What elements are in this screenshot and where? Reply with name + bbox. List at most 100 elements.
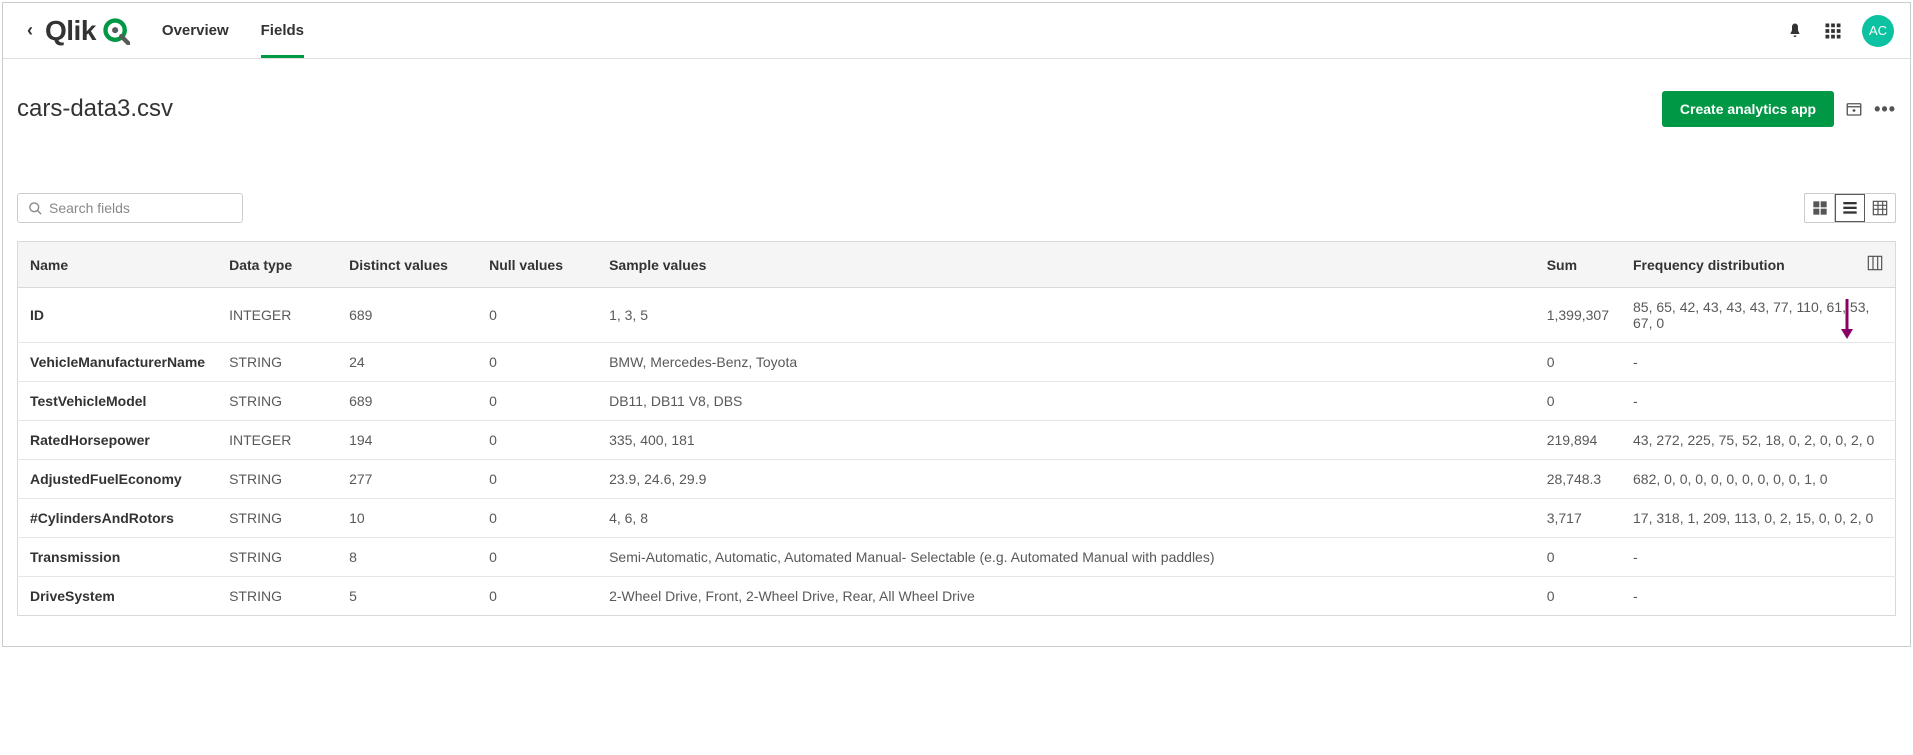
cell-distinct: 689	[337, 288, 477, 343]
cell-distinct: 5	[337, 577, 477, 616]
tab-overview[interactable]: Overview	[162, 3, 229, 58]
cell-sum: 0	[1535, 382, 1621, 421]
cell-name: RatedHorsepower	[18, 421, 218, 460]
cell-distinct: 277	[337, 460, 477, 499]
annotation-arrow-icon	[1838, 297, 1856, 341]
cell-sample: 2-Wheel Drive, Front, 2-Wheel Drive, Rea…	[597, 577, 1535, 616]
cell-null: 0	[477, 343, 597, 382]
table-row[interactable]: VehicleManufacturerNameSTRING240BMW, Mer…	[18, 343, 1896, 382]
create-analytics-app-button[interactable]: Create analytics app	[1662, 91, 1834, 127]
column-header-name[interactable]: Name	[18, 242, 218, 288]
column-header-distinct[interactable]: Distinct values	[337, 242, 477, 288]
brand-icon	[102, 17, 130, 45]
table-row[interactable]: #CylindersAndRotorsSTRING1004, 6, 83,717…	[18, 499, 1896, 538]
notifications-icon[interactable]	[1786, 22, 1804, 40]
page-content: cars-data3.csv Create analytics app •••	[3, 59, 1910, 646]
cell-sample: DB11, DB11 V8, DBS	[597, 382, 1535, 421]
cell-freq: -	[1621, 577, 1896, 616]
view-data-button[interactable]	[1865, 194, 1895, 222]
column-header-sum[interactable]: Sum	[1535, 242, 1621, 288]
cell-null: 0	[477, 460, 597, 499]
cell-sample: 4, 6, 8	[597, 499, 1535, 538]
cell-distinct: 24	[337, 343, 477, 382]
tab-fields[interactable]: Fields	[261, 3, 304, 58]
cell-data_type: STRING	[217, 382, 337, 421]
page-header: cars-data3.csv Create analytics app •••	[3, 59, 1910, 147]
table-row[interactable]: TestVehicleModelSTRING6890DB11, DB11 V8,…	[18, 382, 1896, 421]
cell-sample: 1, 3, 5	[597, 288, 1535, 343]
cell-sample: 335, 400, 181	[597, 421, 1535, 460]
back-button[interactable]: ‹	[19, 16, 41, 45]
page-title: cars-data3.csv	[17, 95, 173, 123]
cell-null: 0	[477, 538, 597, 577]
table-header-row: Name Data type Distinct values Null valu…	[18, 242, 1896, 288]
search-icon	[28, 201, 43, 216]
table-row[interactable]: TransmissionSTRING80Semi-Automatic, Auto…	[18, 538, 1896, 577]
cell-data_type: STRING	[217, 577, 337, 616]
cell-distinct: 8	[337, 538, 477, 577]
topbar-right: AC	[1786, 15, 1894, 47]
table-row[interactable]: DriveSystemSTRING502-Wheel Drive, Front,…	[18, 577, 1896, 616]
column-settings-button[interactable]	[1855, 242, 1896, 288]
column-header-freq[interactable]: Frequency distribution	[1621, 242, 1855, 288]
cell-freq: 17, 318, 1, 209, 113, 0, 2, 15, 0, 0, 2,…	[1621, 499, 1896, 538]
cell-sum: 1,399,307	[1535, 288, 1621, 343]
cell-data_type: INTEGER	[217, 288, 337, 343]
fields-table-wrap: Name Data type Distinct values Null valu…	[3, 241, 1910, 646]
header-actions: Create analytics app •••	[1662, 91, 1896, 127]
brand-text: Qlik	[45, 15, 96, 47]
brand-logo[interactable]: Qlik	[45, 15, 130, 47]
cell-data_type: STRING	[217, 538, 337, 577]
cell-sum: 219,894	[1535, 421, 1621, 460]
cell-sum: 0	[1535, 343, 1621, 382]
cell-distinct: 689	[337, 382, 477, 421]
cell-name: DriveSystem	[18, 577, 218, 616]
tile-view-icon	[1812, 200, 1828, 216]
cell-freq: 682, 0, 0, 0, 0, 0, 0, 0, 0, 0, 1, 0	[1621, 460, 1896, 499]
view-tile-button[interactable]	[1805, 194, 1835, 222]
cell-freq: -	[1621, 343, 1896, 382]
table-row[interactable]: RatedHorsepowerINTEGER1940335, 400, 1812…	[18, 421, 1896, 460]
cell-name: TestVehicleModel	[18, 382, 218, 421]
user-avatar[interactable]: AC	[1862, 15, 1894, 47]
cell-name: #CylindersAndRotors	[18, 499, 218, 538]
fields-table: Name Data type Distinct values Null valu…	[17, 241, 1896, 616]
table-row[interactable]: AdjustedFuelEconomySTRING277023.9, 24.6,…	[18, 460, 1896, 499]
cell-sum: 0	[1535, 577, 1621, 616]
cell-null: 0	[477, 421, 597, 460]
toolbar	[3, 147, 1910, 241]
cell-name: Transmission	[18, 538, 218, 577]
search-fields-container[interactable]	[17, 193, 243, 223]
cell-freq: -	[1621, 382, 1896, 421]
cell-sample: BMW, Mercedes-Benz, Toyota	[597, 343, 1535, 382]
more-menu-icon[interactable]: •••	[1874, 99, 1896, 120]
add-to-sheet-icon[interactable]	[1844, 99, 1864, 119]
column-header-data-type[interactable]: Data type	[217, 242, 337, 288]
view-toggle-group	[1804, 193, 1896, 223]
view-list-button[interactable]	[1835, 194, 1865, 222]
cell-name: VehicleManufacturerName	[18, 343, 218, 382]
top-navigation: ‹ Qlik Overview Fields AC	[3, 3, 1910, 59]
column-header-null[interactable]: Null values	[477, 242, 597, 288]
cell-sum: 3,717	[1535, 499, 1621, 538]
column-settings-icon	[1867, 255, 1883, 271]
search-fields-input[interactable]	[49, 200, 232, 216]
cell-null: 0	[477, 577, 597, 616]
cell-sample: 23.9, 24.6, 29.9	[597, 460, 1535, 499]
cell-name: AdjustedFuelEconomy	[18, 460, 218, 499]
cell-data_type: STRING	[217, 460, 337, 499]
cell-data_type: STRING	[217, 343, 337, 382]
cell-sum: 28,748.3	[1535, 460, 1621, 499]
cell-freq: -	[1621, 538, 1896, 577]
data-view-icon	[1872, 200, 1888, 216]
cell-null: 0	[477, 382, 597, 421]
cell-sample: Semi-Automatic, Automatic, Automated Man…	[597, 538, 1535, 577]
nav-tabs: Overview Fields	[162, 3, 304, 58]
column-header-sample[interactable]: Sample values	[597, 242, 1535, 288]
apps-grid-icon[interactable]	[1824, 22, 1842, 40]
list-view-icon	[1842, 200, 1858, 216]
cell-sum: 0	[1535, 538, 1621, 577]
cell-null: 0	[477, 288, 597, 343]
cell-data_type: INTEGER	[217, 421, 337, 460]
table-row[interactable]: IDINTEGER68901, 3, 51,399,30785, 65, 42,…	[18, 288, 1896, 343]
